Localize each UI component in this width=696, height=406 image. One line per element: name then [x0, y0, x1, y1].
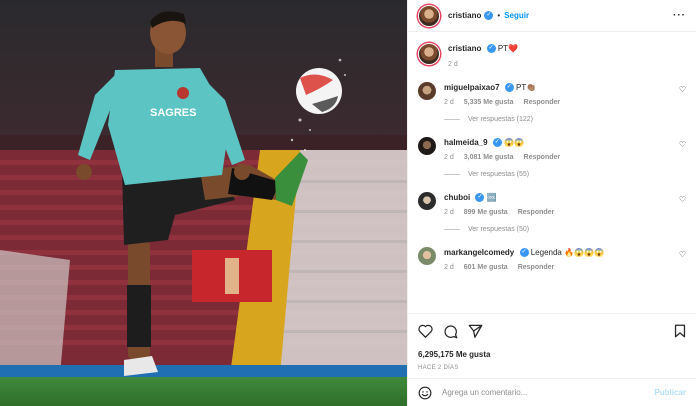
comment-bubble-icon[interactable]	[443, 324, 458, 339]
share-send-icon[interactable]	[468, 324, 483, 338]
separator-dot: •	[497, 11, 501, 20]
commenter-avatar[interactable]	[418, 247, 436, 265]
comment-like-heart-icon[interactable]: ♡	[679, 140, 686, 149]
post-date: HACE 2 DÍAS	[418, 365, 459, 371]
comment-item: halmeida_9 ✓ 😱😱 2 d 3,081 Me gusta Respo…	[418, 137, 686, 178]
verified-badge-icon: ✓	[475, 193, 485, 203]
commenter-avatar[interactable]	[418, 82, 436, 100]
reply-button[interactable]: Responder	[518, 264, 555, 271]
emoji-smiley-icon[interactable]	[418, 386, 432, 400]
comment-like-heart-icon[interactable]: ♡	[679, 85, 686, 94]
comment-text: 🆒	[486, 193, 497, 202]
verified-badge-icon: ✓	[486, 44, 496, 54]
comment-item: chuboi ✓ 🆒 2 d 899 Me gusta Responder Ve…	[418, 192, 686, 233]
publish-button[interactable]: Publicar	[654, 388, 686, 397]
comment-text: Legenda 🔥😱😱😱	[530, 248, 604, 257]
comment-item: markangelcomedy ✓ Legenda 🔥😱😱😱 2 d 601 M…	[418, 247, 686, 271]
reply-button[interactable]: Responder	[524, 99, 561, 106]
caption: cristiano ✓ PT❤️ 2 d	[418, 43, 686, 68]
view-replies-label: Ver respuestas (122)	[468, 116, 533, 123]
save-bookmark-icon[interactable]	[674, 324, 686, 338]
view-replies-button[interactable]: Ver respuestas (55)	[444, 171, 686, 178]
view-replies-label: Ver respuestas (50)	[468, 226, 530, 233]
commenter-username[interactable]: markangelcomedy	[444, 248, 514, 257]
commenter-username[interactable]: halmeida_9	[444, 138, 488, 147]
comment-likes[interactable]: 899 Me gusta	[464, 209, 508, 216]
more-options-icon[interactable]: ···	[673, 10, 686, 21]
comment-time[interactable]: 2 d	[444, 264, 454, 271]
view-replies-button[interactable]: Ver respuestas (122)	[444, 116, 686, 123]
shirt-sponsor-text: SAGRES	[150, 107, 196, 119]
replies-divider	[444, 119, 460, 120]
commenter-avatar[interactable]	[418, 192, 436, 210]
post-photo[interactable]: SAGRES	[0, 0, 407, 406]
action-bar	[418, 322, 686, 340]
comment-time[interactable]: 2 d	[444, 99, 454, 106]
view-replies-button[interactable]: Ver respuestas (50)	[444, 226, 686, 233]
caption-author-avatar[interactable]	[418, 43, 440, 65]
add-comment-bar: Publicar	[408, 378, 696, 406]
author-avatar[interactable]	[418, 4, 440, 27]
comment-like-heart-icon[interactable]: ♡	[679, 250, 686, 259]
like-heart-icon[interactable]	[418, 324, 433, 338]
post-side-panel: cristiano ✓ • Seguir ··· cristiano ✓ PT❤…	[407, 0, 696, 406]
replies-divider	[444, 174, 460, 175]
reply-button[interactable]: Responder	[524, 154, 561, 161]
commenter-username[interactable]: chuboi	[444, 193, 470, 202]
commenter-avatar[interactable]	[418, 137, 436, 155]
comment-text: 😱😱	[504, 138, 524, 147]
comment-like-heart-icon[interactable]: ♡	[679, 195, 686, 204]
comment-text: PT👏🏽	[516, 83, 537, 92]
post-actions-area: 6,295,175 Me gusta HACE 2 DÍAS	[408, 313, 696, 371]
caption-text: PT❤️	[497, 44, 518, 53]
comment-likes[interactable]: 601 Me gusta	[464, 264, 508, 271]
author-username[interactable]: cristiano	[448, 11, 481, 20]
reply-button[interactable]: Responder	[518, 209, 555, 216]
post-header: cristiano ✓ • Seguir ···	[408, 0, 696, 32]
photo-illustration: SAGRES	[0, 0, 407, 406]
comment-input[interactable]	[442, 388, 655, 397]
verified-badge-icon: ✓	[519, 248, 529, 258]
comments-list[interactable]: cristiano ✓ PT❤️ 2 d miguelpaixao7 ✓ PT👏…	[408, 33, 696, 313]
caption-time: 2 d	[448, 61, 458, 68]
comment-likes[interactable]: 5,335 Me gusta	[464, 99, 514, 106]
comment-time[interactable]: 2 d	[444, 209, 454, 216]
commenter-username[interactable]: miguelpaixao7	[444, 83, 500, 92]
view-replies-label: Ver respuestas (55)	[468, 171, 530, 178]
comment-likes[interactable]: 3,081 Me gusta	[464, 154, 514, 161]
like-count[interactable]: 6,295,175 Me gusta	[418, 350, 686, 359]
verified-badge-icon: ✓	[484, 11, 494, 20]
follow-button[interactable]: Seguir	[504, 11, 529, 20]
comment-time[interactable]: 2 d	[444, 154, 454, 161]
comment-item: miguelpaixao7 ✓ PT👏🏽 2 d 5,335 Me gusta …	[418, 82, 686, 123]
verified-badge-icon: ✓	[492, 138, 502, 148]
caption-username[interactable]: cristiano	[448, 44, 481, 53]
verified-badge-icon: ✓	[504, 83, 514, 93]
replies-divider	[444, 229, 460, 230]
